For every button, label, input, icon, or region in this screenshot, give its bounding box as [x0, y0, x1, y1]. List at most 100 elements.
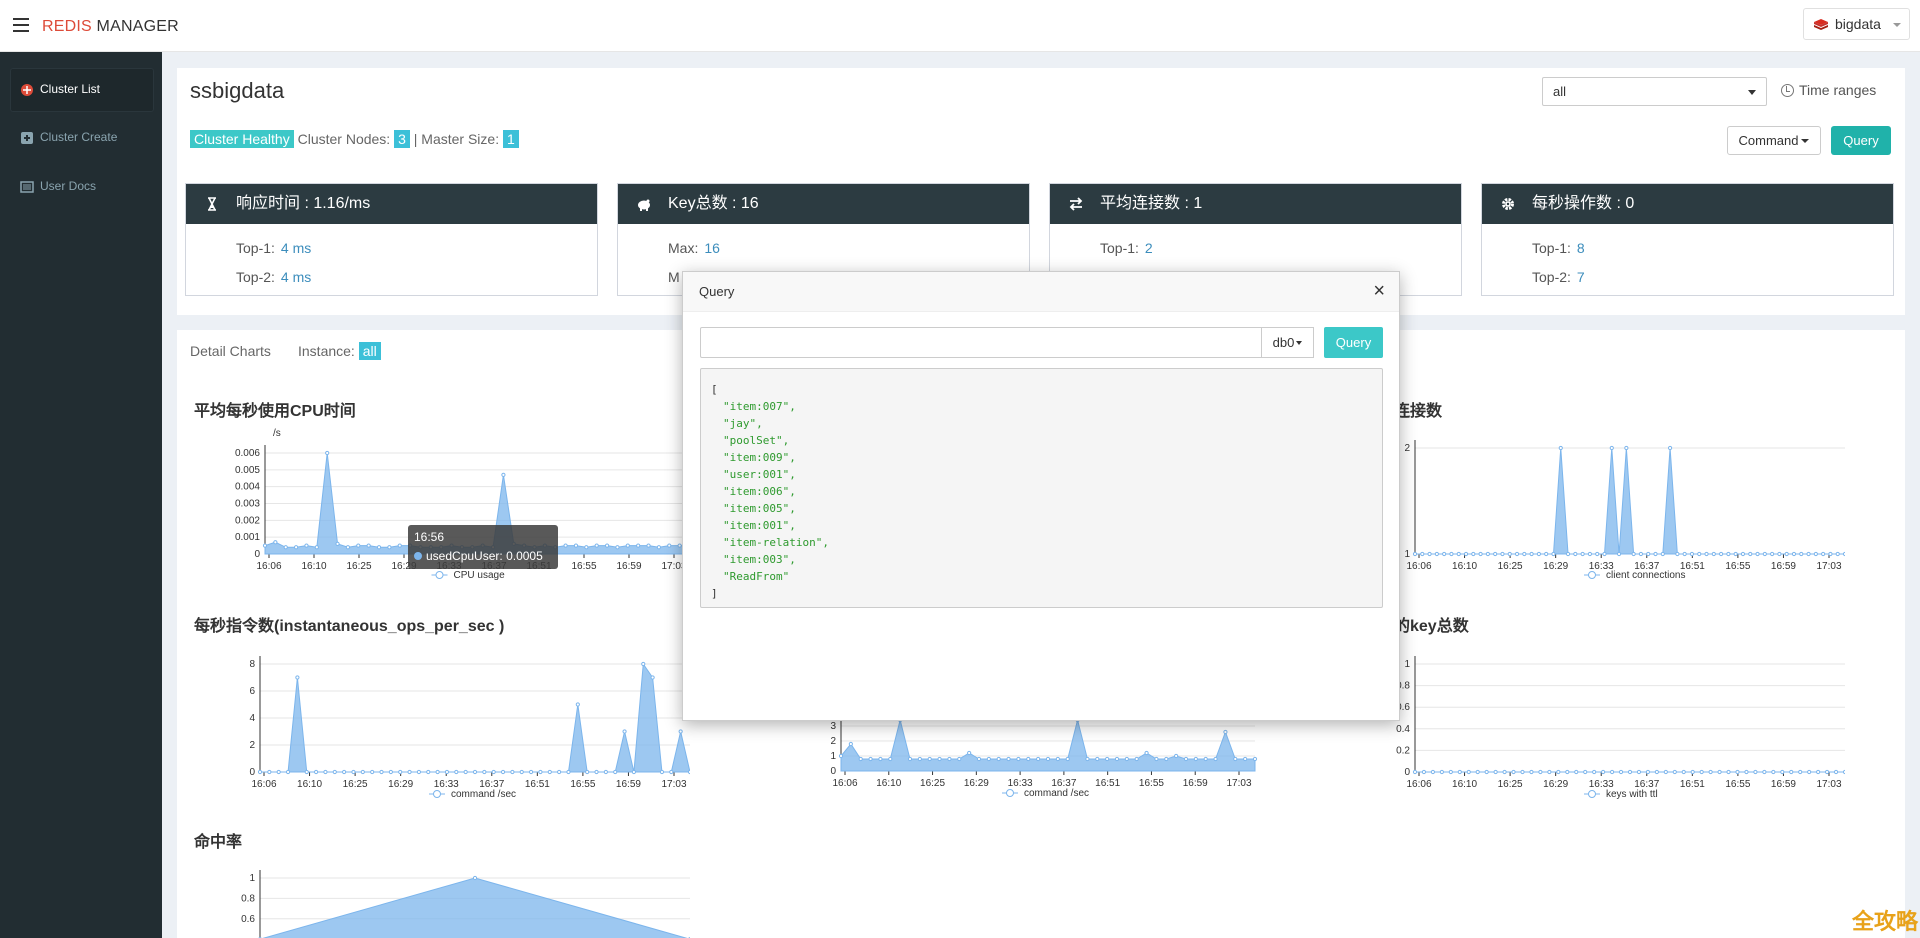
result-item: "item:005", [723, 502, 796, 515]
legend-label: client connections [1606, 570, 1686, 581]
data-point [366, 543, 371, 548]
modal-title: Query [699, 284, 735, 299]
x-tick-label: 16:10 [297, 779, 322, 790]
x-tick-label: 16:25 [920, 778, 945, 789]
command-dropdown-button[interactable]: Command [1727, 126, 1821, 155]
data-point [1036, 756, 1041, 762]
result-item: "item:001", [723, 519, 796, 532]
hit-rate-chart[interactable]: 0.6 0.8 1 [215, 868, 690, 938]
data-point [1573, 551, 1578, 557]
data-point [360, 769, 365, 775]
data-point [1558, 445, 1563, 451]
data-point [1174, 753, 1179, 759]
data-point [379, 769, 384, 775]
legend-marker [1588, 571, 1596, 579]
x-tick-label: 16:59 [616, 779, 641, 790]
y-tick-label: 0 [249, 767, 255, 778]
x-tick-label: 16:29 [1543, 561, 1568, 572]
data-point [332, 769, 337, 775]
data-point [1835, 551, 1840, 557]
instance-filter[interactable]: Instance: all [298, 342, 381, 360]
modal-query-button[interactable]: Query [1324, 327, 1383, 358]
chart-title-connections: 连接数 [1394, 403, 1443, 420]
connections-chart[interactable]: 1216:06 16:10 16:25 16:29 16:33 16:37 16:51 16:… [1385, 420, 1845, 590]
data-point [1667, 445, 1673, 451]
sidebar-item-cluster-create[interactable]: Cluster Create [10, 116, 154, 160]
x-tick-label: 16:29 [964, 778, 989, 789]
y-tick-label: 6 [249, 686, 255, 697]
watermark: 全攻略 [1852, 909, 1919, 934]
data-point [547, 769, 552, 775]
data-point [1833, 769, 1839, 775]
data-point [678, 729, 683, 734]
result-item: "poolSet", [723, 434, 790, 447]
data-point [1784, 551, 1789, 557]
data-point [1055, 756, 1060, 762]
data-point [594, 769, 599, 775]
menu-toggle-icon[interactable] [13, 18, 29, 32]
data-point [1427, 551, 1432, 557]
data-point [1824, 769, 1830, 775]
ops-chart-2[interactable]: 012316:06 16:10 16:25 16:29 16:33 16:37 16:51 1… [825, 710, 1265, 810]
data-point [967, 750, 972, 756]
series-area [1415, 447, 1845, 555]
data-point [1627, 769, 1633, 775]
query-button[interactable]: Query [1831, 126, 1891, 155]
data-point [1252, 756, 1258, 762]
data-point [276, 769, 281, 775]
caret-down-icon [1801, 139, 1810, 143]
db-select-button[interactable]: db0 [1261, 327, 1314, 358]
x-tick-label: 16:10 [301, 561, 326, 572]
x-tick-label: 16:55 [1725, 561, 1750, 572]
data-point [868, 756, 873, 762]
keys-with-ttl-chart[interactable]: 00.20.40.60.8116:06 16:10 16:25 16:29 16:33 1… [1385, 650, 1845, 800]
data-point [557, 769, 562, 775]
query-input[interactable] [700, 327, 1262, 358]
instance-badge[interactable]: all [358, 342, 381, 360]
ops-chart[interactable]: 0246816:06 16:10 16:25 16:29 16:33 16:37 16:51… [215, 650, 690, 800]
data-point [1203, 756, 1208, 762]
data-point [528, 769, 534, 775]
data-point [625, 543, 630, 548]
data-point [1681, 769, 1686, 775]
caret-down-icon [1296, 341, 1303, 345]
legend-label: keys with ttl [1606, 789, 1658, 800]
data-point [1421, 769, 1427, 775]
time-ranges-button[interactable]: Time ranges [1781, 82, 1876, 98]
data-point [650, 675, 655, 680]
y-tick-label: 0 [1404, 767, 1410, 778]
data-point [622, 729, 627, 734]
data-point [1689, 551, 1695, 557]
y-tick-label: 1 [830, 751, 836, 762]
data-point [1654, 769, 1659, 775]
data-point [1609, 445, 1614, 451]
data-point [1770, 551, 1775, 557]
data-point [1536, 551, 1541, 557]
data-point [1565, 769, 1570, 775]
user-menu-button[interactable]: bigdata [1803, 8, 1910, 40]
brand-logo[interactable]: REDIS MANAGER [42, 18, 179, 36]
sidebar-item-user-docs[interactable]: User Docs [10, 165, 154, 209]
sidebar-item-cluster-list[interactable]: Cluster List [10, 68, 154, 112]
data-point [1485, 551, 1490, 557]
close-icon[interactable]: × [1373, 280, 1385, 303]
data-point [1006, 756, 1011, 762]
series-area [262, 877, 688, 938]
x-tick-label: 16:51 [1095, 778, 1120, 789]
x-tick-label: 16:10 [1452, 779, 1477, 790]
data-point [323, 769, 328, 775]
top-navbar: REDIS MANAGER bigdata [0, 0, 1920, 52]
data-point [1780, 769, 1785, 775]
data-point [1638, 551, 1644, 557]
data-point [1791, 551, 1797, 557]
x-tick-label: 16:51 [1680, 779, 1705, 790]
y-axis-label: /s [273, 428, 281, 439]
instance-select[interactable]: all [1542, 77, 1767, 106]
data-point [1789, 769, 1794, 775]
data-point [1124, 756, 1129, 762]
data-point [519, 769, 524, 775]
x-tick-label: 17:03 [1226, 778, 1251, 789]
data-point [603, 769, 608, 775]
data-point [1434, 551, 1439, 557]
data-point [563, 543, 568, 548]
